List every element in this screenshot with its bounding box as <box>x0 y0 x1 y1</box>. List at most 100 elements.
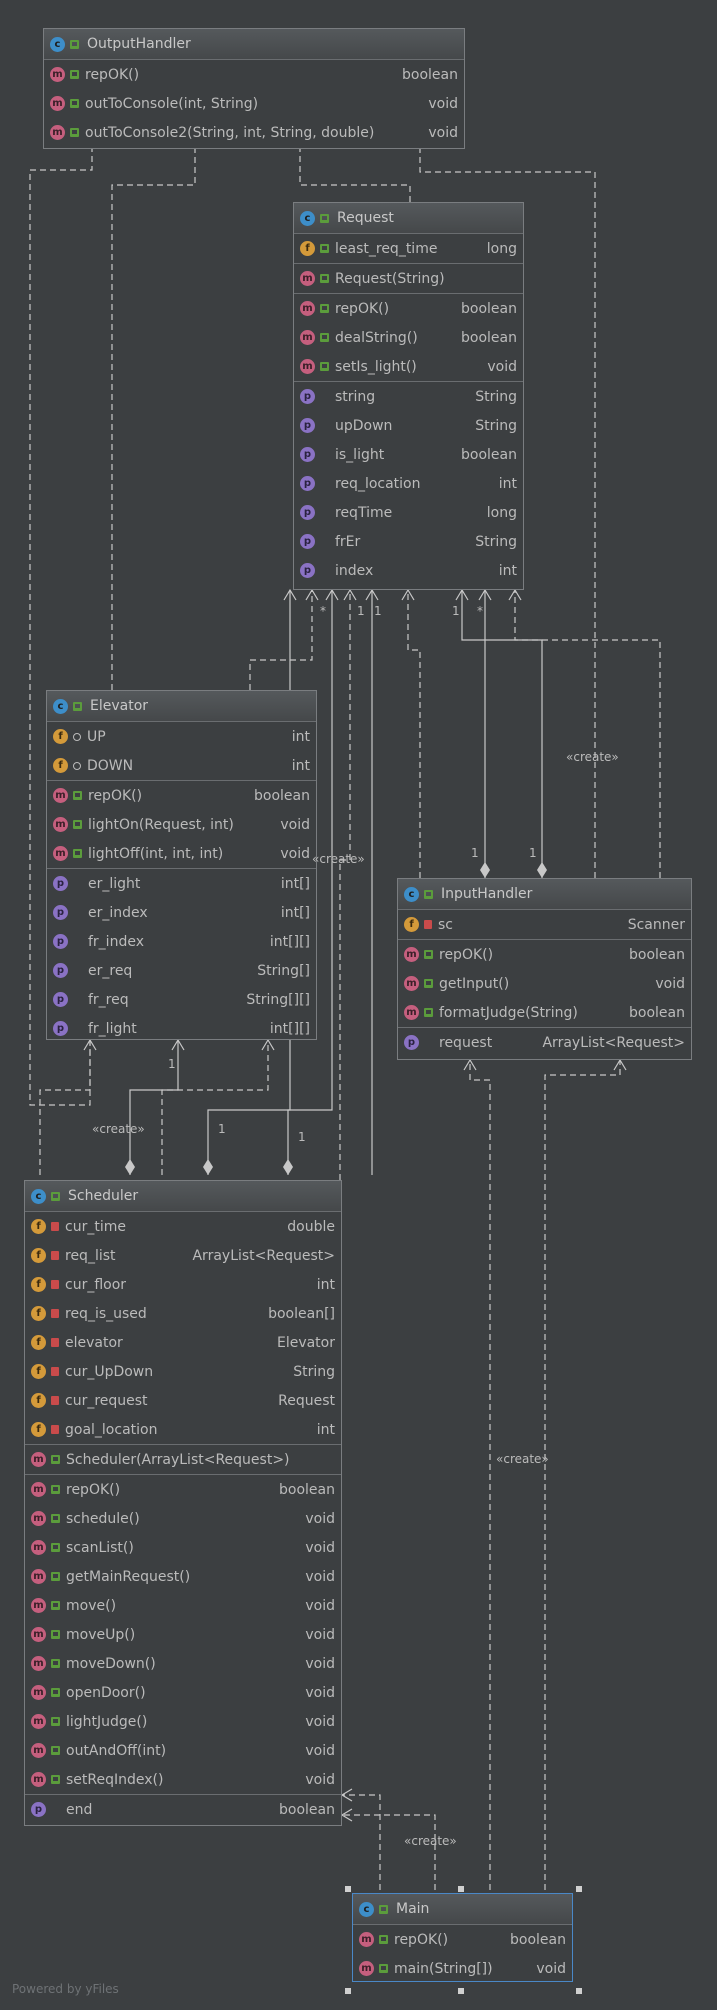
selection-handle[interactable] <box>576 1886 582 1892</box>
member-row[interactable]: m dealString() boolean <box>294 323 523 352</box>
class-input-handler[interactable]: c InputHandler f sc Scanner m repOK() boolea… <box>397 878 692 1060</box>
member-row[interactable]: m moveDown() void <box>25 1649 341 1678</box>
member-row[interactable]: m lightOn(Request, int) void <box>47 810 316 839</box>
member-type: int <box>291 728 310 745</box>
multiplicity-label: * <box>320 604 326 618</box>
class-elevator[interactable]: c Elevator f UP int f DOWN int m repOK() boolea… <box>46 690 317 1040</box>
member-type: void <box>305 1771 335 1788</box>
create-label: «create» <box>92 1122 145 1136</box>
member-row[interactable]: p er_req String[] <box>47 956 316 985</box>
member-row[interactable]: m repOK() boolean <box>47 781 316 810</box>
member-row[interactable]: p end boolean <box>25 1795 341 1824</box>
member-row[interactable]: f cur_request Request <box>25 1386 341 1415</box>
member-name: frEr <box>335 533 361 550</box>
member-type: String <box>293 1363 335 1380</box>
field-list: f sc Scanner <box>398 910 691 939</box>
member-row[interactable]: p is_light boolean <box>294 440 523 469</box>
member-type: void <box>487 358 517 375</box>
member-row[interactable]: f elevator Elevator <box>25 1328 341 1357</box>
member-row[interactable]: f cur_floor int <box>25 1270 341 1299</box>
class-scheduler[interactable]: c Scheduler f cur_time double f req_list Arra… <box>24 1180 342 1826</box>
member-row[interactable]: m Scheduler(ArrayList<Request>) <box>25 1445 341 1474</box>
method-list: m repOK() boolean m schedule() void m scanList(… <box>25 1474 341 1794</box>
field-icon: f <box>31 1364 46 1379</box>
member-row[interactable]: m move() void <box>25 1591 341 1620</box>
property-icon: p <box>300 505 315 520</box>
private-icon <box>51 1251 59 1260</box>
member-row[interactable]: m lightJudge() void <box>25 1707 341 1736</box>
member-row[interactable]: m schedule() void <box>25 1504 341 1533</box>
member-name: repOK() <box>88 787 143 804</box>
edge-main-scheduler <box>342 1794 381 1890</box>
member-row[interactable]: m scanList() void <box>25 1533 341 1562</box>
member-row[interactable]: f least_req_time long <box>294 234 523 263</box>
member-row[interactable]: f DOWN int <box>47 751 316 780</box>
member-row[interactable]: m repOK() boolean <box>294 294 523 323</box>
selection-handle[interactable] <box>576 1988 582 1994</box>
member-row[interactable]: p er_index int[] <box>47 898 316 927</box>
member-row[interactable]: f req_is_used boolean[] <box>25 1299 341 1328</box>
member-name: cur_floor <box>65 1276 127 1293</box>
member-name: move() <box>66 1597 117 1614</box>
selection-handle[interactable] <box>345 1988 351 1994</box>
member-row[interactable]: m lightOff(int, int, int) void <box>47 839 316 868</box>
member-row[interactable]: p fr_req String[][] <box>47 985 316 1014</box>
member-row[interactable]: m getMainRequest() void <box>25 1562 341 1591</box>
member-row[interactable]: f goal_location int <box>25 1415 341 1444</box>
member-name: index <box>335 562 374 579</box>
member-type: boolean <box>461 300 517 317</box>
property-icon: p <box>300 534 315 549</box>
member-row[interactable]: m openDoor() void <box>25 1678 341 1707</box>
member-row[interactable]: f cur_time double <box>25 1212 341 1241</box>
edge-main-input-create <box>469 1060 491 1890</box>
member-row[interactable]: m getInput() void <box>398 969 691 998</box>
member-row[interactable]: m repOK() boolean <box>353 1925 572 1954</box>
member-row[interactable]: m outAndOff(int) void <box>25 1736 341 1765</box>
member-row[interactable]: m moveUp() void <box>25 1620 341 1649</box>
public-icon <box>51 1601 60 1610</box>
member-row[interactable]: m repOK() boolean <box>398 940 691 969</box>
public-icon <box>70 99 79 108</box>
class-header: c Scheduler <box>25 1181 341 1212</box>
member-row[interactable]: p reqTime long <box>294 498 523 527</box>
member-row[interactable]: p string String <box>294 382 523 411</box>
public-icon <box>51 1630 60 1639</box>
member-type: String <box>475 533 517 550</box>
property-icon: p <box>53 1021 68 1036</box>
class-request[interactable]: c Request f least_req_time long m Request(S… <box>293 202 524 590</box>
member-name: setIs_light() <box>335 358 417 375</box>
member-row[interactable]: f cur_UpDown String <box>25 1357 341 1386</box>
selection-handle[interactable] <box>345 1886 351 1892</box>
member-row[interactable]: m outToConsole2(String, int, String, doub… <box>44 118 464 147</box>
member-row[interactable]: p req_location int <box>294 469 523 498</box>
member-row[interactable]: m outToConsole(int, String) void <box>44 89 464 118</box>
member-name: sc <box>438 916 453 933</box>
member-row[interactable]: m Request(String) <box>294 264 523 293</box>
member-row[interactable]: m repOK() boolean <box>44 60 464 89</box>
edge-input-request-assoc-1 <box>461 590 486 878</box>
member-row[interactable]: m repOK() boolean <box>25 1475 341 1504</box>
member-row[interactable]: f req_list ArrayList<Request> <box>25 1241 341 1270</box>
class-name: OutputHandler <box>87 36 191 52</box>
member-row[interactable]: p er_light int[] <box>47 869 316 898</box>
selection-handle[interactable] <box>458 1988 464 1994</box>
class-main[interactable]: c Main m repOK() boolean m main(String[]) voi… <box>352 1893 573 1982</box>
member-row[interactable]: p index int <box>294 556 523 585</box>
member-row[interactable]: p frEr String <box>294 527 523 556</box>
member-row[interactable]: f UP int <box>47 722 316 751</box>
member-name: moveDown() <box>66 1655 156 1672</box>
member-row[interactable]: f sc Scanner <box>398 910 691 939</box>
selection-handle[interactable] <box>458 1886 464 1892</box>
property-list: p end boolean <box>25 1794 341 1824</box>
member-row[interactable]: m setReqIndex() void <box>25 1765 341 1794</box>
member-row[interactable]: m main(String[]) void <box>353 1954 572 1983</box>
member-type: int <box>498 562 517 579</box>
class-output-handler[interactable]: c OutputHandler m repOK() boolean m outToCon… <box>43 28 465 149</box>
member-row[interactable]: p request ArrayList<Request> <box>398 1028 691 1057</box>
member-row[interactable]: p fr_light int[][] <box>47 1014 316 1043</box>
member-row[interactable]: m formatJudge(String) boolean <box>398 998 691 1027</box>
member-row[interactable]: p upDown String <box>294 411 523 440</box>
member-row[interactable]: m setIs_light() void <box>294 352 523 381</box>
private-icon <box>51 1338 59 1347</box>
member-row[interactable]: p fr_index int[][] <box>47 927 316 956</box>
